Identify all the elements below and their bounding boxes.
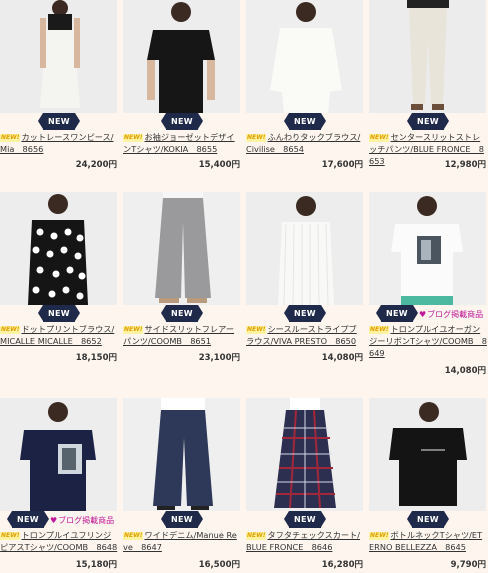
product-title-link[interactable]: NEW! タフタチェックスカート/BLUE FRONCE 8646 (246, 529, 364, 553)
new-mark-icon: NEW! (246, 326, 267, 334)
product-title-link[interactable]: NEW! ワイドデニム/Manue Reve 8647 (123, 529, 241, 553)
heart-icon: ♥ (419, 310, 427, 319)
product-card[interactable]: NEW NEW! ワイドデニム/Manue Reve 8647 16,500円 (123, 398, 243, 573)
new-ribbon: NEW (7, 511, 49, 528)
product-photo-graphic (123, 398, 240, 511)
product-title-link[interactable]: NEW! ふんわりタックブラウス/Civilise 8654 (246, 131, 364, 155)
new-ribbon: NEW (161, 305, 203, 322)
product-card[interactable]: NEW NEW! お袖ジョーゼットデザインTシャツ/KOKIA 8655 15,4… (123, 0, 243, 190)
product-price: 12,980円 (444, 160, 486, 170)
product-price: 14,080円 (321, 353, 363, 363)
new-ribbon: NEW (376, 305, 418, 322)
product-photo-graphic (0, 398, 117, 511)
new-ribbon: NEW (284, 511, 326, 528)
product-price: 9,790円 (450, 560, 486, 570)
new-ribbon: NEW (161, 113, 203, 130)
product-title-link[interactable]: NEW! トロンプルイユオーガンジーリボンTシャツ/COOMB 8649 (369, 323, 487, 359)
product-photo[interactable] (246, 398, 363, 511)
new-ribbon: NEW (407, 113, 449, 130)
product-card[interactable]: NEW ♥ブログ掲載商品 NEW! トロンプルイユフリンジピアスTシャツ/COOM… (0, 398, 120, 573)
product-price: 14,080円 (444, 366, 486, 376)
product-photo-graphic (369, 192, 486, 305)
product-title-link[interactable]: NEW! お袖ジョーゼットデザインTシャツ/KOKIA 8655 (123, 131, 241, 155)
new-mark-icon: NEW! (0, 134, 21, 142)
product-photo[interactable] (246, 192, 363, 305)
new-ribbon: NEW (284, 113, 326, 130)
product-card[interactable]: NEW NEW! センタースリットストレッチパンツ/BLUE FRONCE 865… (369, 0, 488, 190)
product-photo-graphic (369, 398, 486, 511)
product-photo-graphic (246, 0, 363, 113)
new-ribbon: NEW (407, 511, 449, 528)
product-title-link[interactable]: NEW! ボトルネックTシャツ/ETERNO BELLEZZA 8645 (369, 529, 487, 553)
product-card[interactable]: NEW NEW! サイドスリットフレアーパンツ/COOMB 8651 23,100… (123, 192, 243, 388)
product-photo[interactable] (0, 0, 117, 113)
product-photo-graphic (369, 0, 486, 113)
product-price: 23,100円 (198, 353, 240, 363)
new-mark-icon: NEW! (123, 532, 144, 540)
blog-featured-label: ブログ掲載商品 (58, 516, 115, 525)
product-photo[interactable] (369, 0, 486, 113)
product-card[interactable]: NEW ♥ブログ掲載商品 NEW! トロンプルイユオーガンジーリボンTシャツ/CO… (369, 192, 488, 388)
product-title-link[interactable]: NEW! シースルーストライプブラウス/VIVA PRESTO 8650 (246, 323, 364, 347)
heart-icon: ♥ (50, 516, 58, 525)
product-card[interactable]: NEW NEW! シースルーストライプブラウス/VIVA PRESTO 8650 … (246, 192, 366, 388)
product-title-link[interactable]: NEW! ドットプリントブラウス/MICALLE MICALLE 8652 (0, 323, 118, 347)
product-title-link[interactable]: NEW! トロンプルイユフリンジピアスTシャツ/COOMB 8648 (0, 529, 118, 553)
product-title-link[interactable]: NEW! サイドスリットフレアーパンツ/COOMB 8651 (123, 323, 241, 347)
product-price: 17,600円 (321, 160, 363, 170)
product-card[interactable]: NEW NEW! タフタチェックスカート/BLUE FRONCE 8646 16,… (246, 398, 366, 573)
product-price: 15,180円 (75, 560, 117, 570)
new-ribbon: NEW (161, 511, 203, 528)
new-ribbon: NEW (38, 305, 80, 322)
new-mark-icon: NEW! (0, 326, 21, 334)
product-photo[interactable] (0, 192, 117, 305)
product-photo-graphic (123, 192, 240, 305)
product-card[interactable]: NEW NEW! カットレースワンピース/Mia 8656 24,200円 (0, 0, 120, 190)
product-card[interactable]: NEW NEW! ボトルネックTシャツ/ETERNO BELLEZZA 8645 … (369, 398, 488, 573)
product-card[interactable]: NEW NEW! ドットプリントブラウス/MICALLE MICALLE 8652… (0, 192, 120, 388)
new-mark-icon: NEW! (123, 134, 144, 142)
product-photo-graphic (246, 398, 363, 511)
blog-featured-tag: ♥ブログ掲載商品 (419, 309, 483, 320)
product-photo-graphic (123, 0, 240, 113)
product-photo[interactable] (369, 398, 486, 511)
product-photo[interactable] (0, 398, 117, 511)
product-price: 18,150円 (75, 353, 117, 363)
new-mark-icon: NEW! (123, 326, 144, 334)
product-photo[interactable] (123, 192, 240, 305)
product-title-link[interactable]: NEW! カットレースワンピース/Mia 8656 (0, 131, 118, 155)
new-mark-icon: NEW! (246, 532, 267, 540)
new-mark-icon: NEW! (0, 532, 21, 540)
blog-featured-tag: ♥ブログ掲載商品 (50, 515, 114, 526)
product-card[interactable]: NEW NEW! ふんわりタックブラウス/Civilise 8654 17,600… (246, 0, 366, 190)
new-mark-icon: NEW! (369, 532, 390, 540)
new-mark-icon: NEW! (369, 134, 390, 142)
new-mark-icon: NEW! (246, 134, 267, 142)
product-price: 16,500円 (198, 560, 240, 570)
blog-featured-label: ブログ掲載商品 (427, 310, 484, 319)
product-photo[interactable] (246, 0, 363, 113)
product-photo[interactable] (123, 0, 240, 113)
new-ribbon: NEW (38, 113, 80, 130)
product-price: 15,400円 (198, 160, 240, 170)
product-price: 24,200円 (75, 160, 117, 170)
new-mark-icon: NEW! (369, 326, 390, 334)
product-photo-graphic (246, 192, 363, 305)
product-price: 16,280円 (321, 560, 363, 570)
product-photo-graphic (0, 0, 117, 113)
product-photo-graphic (0, 192, 117, 305)
product-photo[interactable] (123, 398, 240, 511)
product-photo[interactable] (369, 192, 486, 305)
new-ribbon: NEW (284, 305, 326, 322)
